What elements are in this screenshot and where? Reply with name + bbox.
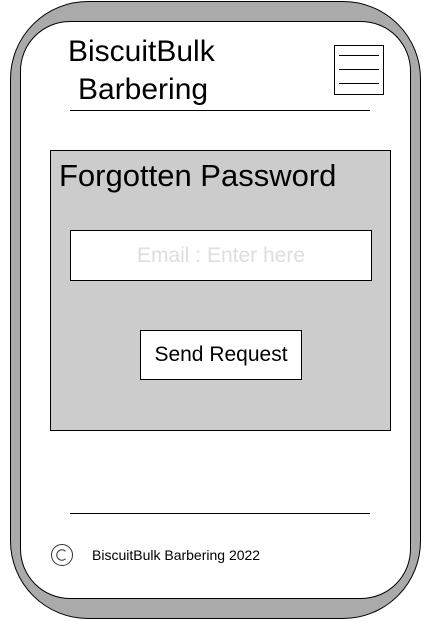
- panel-title: Forgotten Password: [59, 158, 337, 193]
- footer-copyright-text: BiscuitBulk Barbering 2022: [92, 547, 261, 563]
- copyright-icon: [51, 544, 73, 566]
- brand-title-line2: Barbering: [78, 73, 209, 106]
- brand-title: BiscuitBulk Barbering: [68, 33, 215, 109]
- email-field[interactable]: [70, 230, 372, 281]
- menu-bar: [339, 83, 379, 84]
- footer-divider: [70, 513, 370, 514]
- menu-bar: [339, 69, 379, 70]
- header-divider: [70, 110, 370, 111]
- send-request-button[interactable]: Send Request: [140, 330, 302, 380]
- forgot-password-panel: Forgotten Password Send Request: [50, 150, 391, 431]
- hamburger-menu-icon[interactable]: [334, 45, 384, 95]
- menu-bar: [339, 55, 379, 56]
- brand-title-line1: BiscuitBulk: [68, 35, 215, 68]
